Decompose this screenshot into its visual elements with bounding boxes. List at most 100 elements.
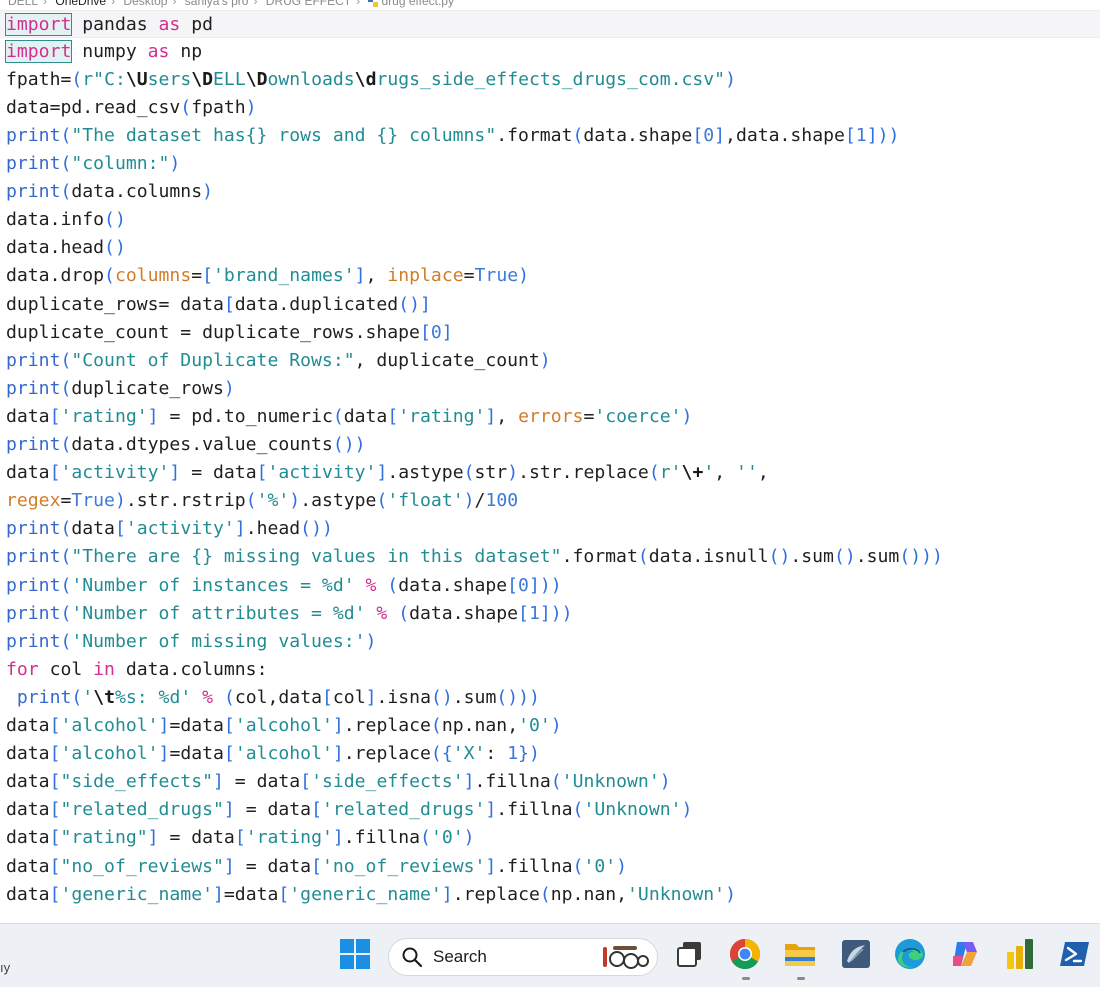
code-token: [ xyxy=(387,405,399,427)
code-token: % xyxy=(191,686,224,708)
code-token: ( xyxy=(60,377,72,399)
code-token: .sum xyxy=(790,546,834,568)
code-line[interactable]: for col in data.columns: xyxy=(6,656,267,684)
code-token: data xyxy=(6,883,50,905)
breadcrumb-item-onedrive[interactable]: OneDrive xyxy=(55,0,106,8)
code-token: ] xyxy=(158,715,170,736)
breadcrumb-item-dell[interactable]: DELL xyxy=(8,0,38,8)
code-token: .sum xyxy=(452,686,497,708)
code-line[interactable]: duplicate_rows= data[data.duplicated()] xyxy=(6,291,431,319)
code-line[interactable]: print("Count of Duplicate Rows:", duplic… xyxy=(6,347,551,375)
code-line[interactable]: print("column:") xyxy=(6,150,180,178)
code-token: data xyxy=(6,855,50,877)
code-token: ()) xyxy=(300,518,333,540)
code-token: ) xyxy=(616,855,628,877)
code-token: pandas xyxy=(71,13,159,35)
code-token: np.nan, xyxy=(550,883,628,905)
code-line[interactable]: data.head() xyxy=(6,234,126,262)
chrome-button[interactable] xyxy=(725,934,765,980)
code-token: ,data.shape xyxy=(725,124,845,146)
code-line[interactable]: print('Number of attributes = %d' % (dat… xyxy=(6,600,573,628)
code-line[interactable]: data=pd.read_csv(fpath) xyxy=(6,94,257,122)
breadcrumb-item-project[interactable]: saniya's pro xyxy=(185,0,249,8)
code-token: [ xyxy=(518,602,529,624)
code-token: 0 xyxy=(703,124,715,146)
code-line[interactable]: print('\t%s: %d' % (col,data[col].isna()… xyxy=(6,684,540,712)
code-line[interactable]: print(data['activity'].head()) xyxy=(6,515,333,543)
code-line[interactable]: print(data.dtypes.value_counts()) xyxy=(6,431,366,459)
code-line[interactable]: print('Number of missing values:') xyxy=(6,628,376,656)
code-line[interactable]: data['rating'] = pd.to_numeric(data['rat… xyxy=(6,403,692,431)
chevron-right-icon: › xyxy=(253,0,258,8)
windows-start-button[interactable] xyxy=(335,934,375,974)
breadcrumb-item-folder[interactable]: DRUG EFFECT xyxy=(266,0,351,8)
code-token: [ xyxy=(114,518,126,540)
powershell-button[interactable] xyxy=(1055,934,1095,974)
code-token: ( xyxy=(539,883,551,905)
breadcrumb-item-desktop[interactable]: Desktop xyxy=(123,0,167,8)
edge-icon xyxy=(895,939,925,969)
code-token: ( xyxy=(223,686,235,708)
code-token: ' xyxy=(82,686,94,708)
code-line[interactable]: data['alcohol']=data['alcohol'].replace(… xyxy=(6,712,562,740)
code-token: data xyxy=(6,743,50,765)
code-line[interactable]: print("The dataset has{} rows and {} col… xyxy=(6,122,899,150)
code-token: ] xyxy=(539,602,551,624)
code-token: ) xyxy=(365,630,377,652)
code-token: data xyxy=(6,405,50,427)
code-line[interactable]: data["related_drugs"] = data['related_dr… xyxy=(6,796,692,824)
code-line[interactable]: data['generic_name']=data['generic_name'… xyxy=(6,881,736,909)
code-line[interactable]: data["side_effects"] = data['side_effect… xyxy=(6,768,671,796)
code-token: 1 xyxy=(528,602,540,624)
power-bi-button[interactable] xyxy=(1000,934,1040,974)
code-token: rugs_side_effects_drugs_com.csv" xyxy=(376,68,726,90)
code-line[interactable]: import pandas as pd xyxy=(0,9,1100,38)
code-line[interactable]: print(data.columns) xyxy=(6,178,213,206)
code-token: ) xyxy=(659,771,671,793)
code-line[interactable]: fpath=(r"C:\Users\DELL\Downloads\drugs_s… xyxy=(6,66,736,94)
code-line[interactable]: duplicate_count = duplicate_rows.shape[0… xyxy=(6,319,453,347)
code-line[interactable]: data["no_of_reviews"] = data['no_of_revi… xyxy=(6,853,627,881)
chevron-right-icon: › xyxy=(111,0,116,8)
code-line[interactable]: print(duplicate_rows) xyxy=(6,375,235,403)
code-token: ] xyxy=(147,827,159,849)
code-editor[interactable]: import pandas as pd import numpy as np fpa… xyxy=(0,9,1100,923)
code-token: =data xyxy=(169,743,224,765)
code-line[interactable]: print('Number of instances = %d' % (data… xyxy=(6,572,562,600)
code-line[interactable]: import numpy as np xyxy=(4,38,202,66)
code-line[interactable]: data['activity'] = data['activity'].asty… xyxy=(6,459,769,487)
code-token: .fillna xyxy=(496,799,573,821)
taskbar-weather-text[interactable]: ıy xyxy=(0,960,10,975)
copilot-button[interactable] xyxy=(945,934,985,974)
code-token: 1 xyxy=(507,743,519,765)
code-token: data xyxy=(6,462,50,484)
code-token: [ xyxy=(223,715,235,736)
taskbar-search-box[interactable]: Search xyxy=(388,938,658,976)
code-token: .fillna xyxy=(343,827,421,849)
code-token: () xyxy=(833,546,856,568)
code-token: print xyxy=(6,686,72,708)
code-token: ] xyxy=(223,855,235,877)
code-token: ( xyxy=(104,265,115,287)
code-token: pd xyxy=(180,13,214,35)
code-token: ] xyxy=(528,574,540,596)
code-line[interactable]: data["rating"] = data['rating'].fillna('… xyxy=(6,824,475,852)
code-token: data xyxy=(6,799,50,821)
code-line[interactable]: regex=True).str.rstrip('%').astype('floa… xyxy=(6,487,518,515)
code-token: .head xyxy=(245,518,301,540)
code-line[interactable]: print("There are {} missing values in th… xyxy=(6,543,943,571)
code-token: ' xyxy=(703,462,715,484)
task-view-button[interactable] xyxy=(670,934,710,974)
code-token: '0' xyxy=(583,855,617,877)
code-token: .isna xyxy=(376,686,431,708)
sql-server-button[interactable] xyxy=(836,934,876,974)
code-token: ownloads xyxy=(267,68,355,90)
code-line[interactable]: data['alcohol']=data['alcohol'].replace(… xyxy=(6,740,540,768)
breadcrumb-item-file[interactable]: drug effect.py xyxy=(381,0,454,8)
code-token: errors xyxy=(518,405,584,427)
file-explorer-button[interactable] xyxy=(780,934,820,980)
code-line[interactable]: data.drop(columns=['brand_names'], inpla… xyxy=(6,262,529,290)
code-line[interactable]: data.info() xyxy=(6,206,126,234)
code-token: data xyxy=(6,827,50,849)
edge-button[interactable] xyxy=(890,934,930,974)
